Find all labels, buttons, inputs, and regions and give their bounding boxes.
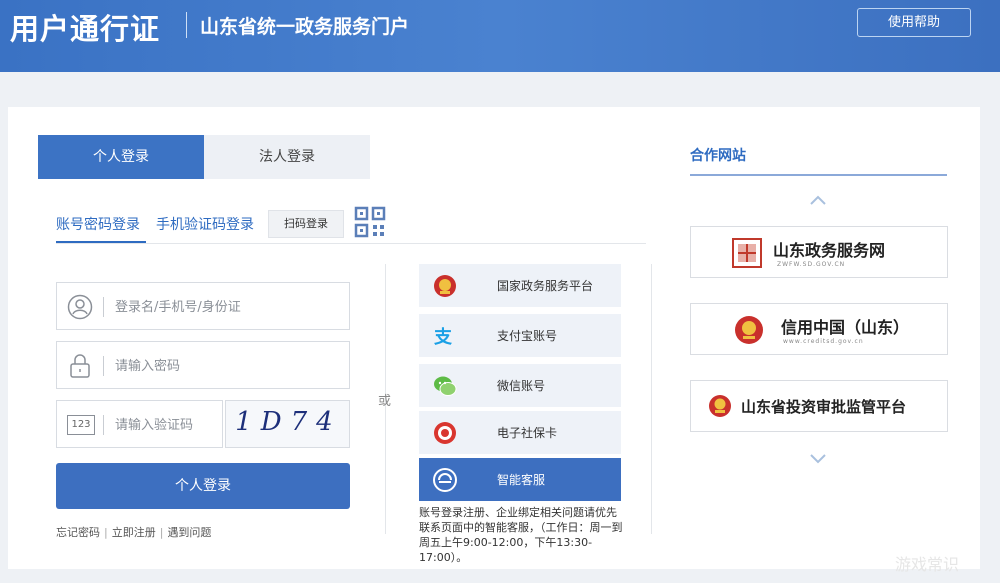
chevron-down-icon[interactable] — [808, 451, 828, 465]
partner-name: 山东政务服务网 — [773, 241, 886, 260]
header-bar: 用户通行证 山东省统一政务服务门户 使用帮助 — [0, 0, 1000, 72]
lock-icon — [67, 353, 93, 379]
password-field — [56, 341, 350, 389]
tab-personal-login[interactable]: 个人登录 — [38, 135, 204, 179]
auxiliary-links: 忘记密码 | 立即注册 | 遇到问题 — [56, 524, 211, 540]
partner-name: 信用中国（山东） — [781, 318, 910, 337]
social-security-card-icon — [432, 420, 458, 446]
field-icon-divider — [103, 297, 104, 317]
field-icon-divider — [103, 415, 104, 435]
wechat-login[interactable]: 微信账号 — [419, 364, 621, 407]
register-link[interactable]: 立即注册 — [112, 526, 156, 539]
username-field — [56, 282, 350, 330]
qr-code-icon[interactable] — [353, 205, 387, 239]
third-party-label: 国家政务服务平台 — [497, 279, 594, 293]
captcha-number-icon: 123 — [67, 415, 95, 435]
captcha-code: 1D74 — [235, 407, 342, 437]
link-separator: | — [159, 526, 164, 539]
forgot-password-link[interactable]: 忘记密码 — [56, 526, 100, 539]
partner-shandong-gov-service[interactable]: 山东政务服务网 ZWFW.SD.GOV.CN — [690, 226, 948, 278]
tab-legal-login[interactable]: 法人登录 — [204, 135, 370, 179]
national-emblem-icon — [707, 393, 733, 419]
captcha-image[interactable]: 1D74 — [225, 400, 350, 448]
partner-title-underline — [690, 174, 947, 176]
smart-customer-service[interactable]: 智能客服 — [419, 458, 621, 501]
partner-credit-china-shandong[interactable]: 信用中国（山东） www.creditsd.gov.cn — [690, 303, 948, 355]
gov-service-logo-icon — [731, 237, 763, 269]
or-label: 或 — [378, 394, 392, 409]
header-divider — [186, 12, 187, 38]
customer-service-icon — [432, 467, 458, 493]
national-platform-login[interactable]: 国家政务服务平台 — [419, 264, 621, 307]
tab-account-password[interactable]: 账号密码登录 — [56, 214, 140, 234]
chevron-up-icon[interactable] — [808, 192, 828, 206]
help-button[interactable]: 使用帮助 — [857, 8, 971, 37]
password-input[interactable] — [115, 354, 335, 378]
third-party-label: 智能客服 — [497, 473, 546, 487]
social-security-card-login[interactable]: 电子社保卡 — [419, 411, 621, 454]
wechat-icon — [432, 373, 458, 399]
watermark-text: 游戏常识 — [895, 555, 960, 574]
third-party-label: 微信账号 — [497, 379, 546, 393]
partner-domain: ZWFW.SD.GOV.CN — [777, 261, 846, 268]
portal-subtitle: 山东省统一政务服务门户 — [200, 16, 410, 38]
alipay-login[interactable]: 支 支付宝账号 — [419, 314, 621, 357]
svg-text:支: 支 — [433, 326, 453, 348]
username-input[interactable] — [115, 295, 335, 319]
user-icon — [67, 294, 93, 320]
scan-login-button[interactable]: 扫码登录 — [268, 210, 344, 238]
national-emblem-icon — [733, 314, 765, 346]
partner-domain: www.creditsd.gov.cn — [783, 338, 864, 345]
partner-sites-title: 合作网站 — [690, 148, 746, 164]
section-divider-line — [651, 264, 652, 534]
login-button[interactable]: 个人登录 — [56, 463, 350, 509]
tab-sms-code[interactable]: 手机验证码登录 — [156, 214, 254, 234]
sub-tab-divider — [56, 243, 646, 244]
partner-name: 山东省投资审批监管平台 — [741, 398, 907, 416]
brand-title: 用户通行证 — [10, 12, 161, 46]
captcha-field: 123 — [56, 400, 223, 448]
captcha-input[interactable] — [115, 413, 215, 437]
service-hours-note: 账号登录注册、企业绑定相关问题请优先联系页面中的智能客服，（工作日：周一到周五上… — [419, 506, 623, 564]
third-party-label: 电子社保卡 — [497, 426, 558, 440]
third-party-label: 支付宝账号 — [497, 329, 558, 343]
field-icon-divider — [103, 356, 104, 376]
partner-shandong-investment-platform[interactable]: 山东省投资审批监管平台 — [690, 380, 948, 432]
help-problem-link[interactable]: 遇到问题 — [167, 526, 211, 539]
link-separator: | — [104, 526, 108, 539]
alipay-icon: 支 — [432, 323, 458, 349]
national-emblem-icon — [432, 273, 458, 299]
